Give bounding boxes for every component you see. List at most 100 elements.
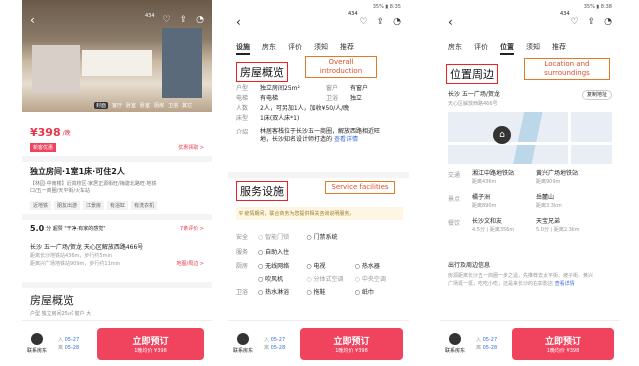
address-distance: 距离长沙地铁站436m，步行约5min [30,253,113,259]
tab-reviews[interactable]: 评价 [474,42,488,55]
favorite-icon[interactable]: ♡ [571,17,579,27]
photo-tab[interactable]: 卧室 [126,102,136,109]
contact-host[interactable]: 联系房东 [440,333,470,354]
checkin-date: 05-27 [270,336,286,343]
fac-item: ○ 分体式空调 [306,276,344,283]
checkin-date: 05-27 [482,336,498,343]
photo-tab[interactable]: 其它 [182,102,192,109]
date-range[interactable]: 入 05-27 离 05-28 [52,336,97,352]
tab-notice[interactable]: 须知 [314,42,328,55]
nearby-name[interactable]: 长沙文和友 [472,218,536,226]
chat-icon[interactable]: ◔ [393,17,401,27]
tab-facilities[interactable]: 设施 [236,42,250,55]
nearby-name[interactable]: 黄兴广场地铁站 [536,170,578,178]
booking-bar: 联系房东 入 05-27 离 05-28 立即预订 1晚均价 ¥398 [228,320,409,366]
nearby-name[interactable]: 天宝兄弟 [536,218,580,226]
nearby-name[interactable]: 湘江中路地铁站 [472,170,536,178]
address-text: 长沙 五一广场/贺龙 天心区解放西路466号 [30,244,144,251]
overview-heading: 房屋概览 [30,294,74,307]
contact-host[interactable]: 联系房东 [228,333,258,354]
book-label: 立即预订 [333,336,370,347]
promo-link[interactable]: 优惠领取 > [178,144,204,151]
nearby-name[interactable]: 橘子洲 [472,194,536,202]
book-now-button[interactable]: 立即预订 1晚均价 ¥398 [97,327,204,360]
row-value: 1床(双人床*1) [260,115,300,122]
tab-notice[interactable]: 须知 [526,42,540,55]
book-label: 立即预订 [544,336,581,347]
book-now-button[interactable]: 立即预订 1晚均价 ¥398 [512,327,614,360]
row-key: 电梯 [236,95,249,102]
reviews-link[interactable]: 7条评价 > [180,225,204,232]
photo-category-tabs: 封面 客厅 卧室 卧室 厨房 卫浴 其它 [94,102,192,109]
date-range[interactable]: 入 05-27 离 05-28 [470,336,512,352]
feature-chip: 朋友出游 [54,201,81,210]
address-distance: 距离兴广场地铁站909m，步行约11min [30,261,121,267]
location-map[interactable]: ⌂ [448,112,612,164]
book-now-button[interactable]: 立即预订 1晚均价 ¥398 [300,327,403,360]
favorite-icon[interactable]: ♡ [360,17,368,27]
book-price: 1晚均价 ¥398 [335,347,368,354]
chat-icon[interactable]: ◔ [196,15,204,25]
price-row: ¥398 /晚 [30,126,71,139]
feature-chip: 有洗衣机 [131,201,158,210]
share-icon[interactable]: ⇪ [377,17,385,27]
photo-tab[interactable]: 封面 [94,102,109,109]
rating-row[interactable]: 5.0 分 超赞 "干净·有家的感觉" 7条评价 > [30,224,204,233]
row-value: 有电梯 [260,95,279,102]
row-key: 卫浴 [326,95,339,102]
checkin-date: 05-27 [64,336,80,343]
fac-item: ○ 热水器 [354,263,380,270]
fac-item: ○ 中央空调 [354,276,386,283]
tab-recommend[interactable]: 推荐 [552,42,566,55]
section-tabs: 房东 评价 位置 须知 推荐 [440,42,620,55]
nearby-name[interactable]: 岳麓山 [536,194,562,202]
fac-item: ○ 纸巾 [354,289,374,296]
book-price: 1晚均价 ¥398 [134,347,167,354]
tab-host[interactable]: 房东 [448,42,462,55]
status-bar: 35% ▮ 8:35 [372,4,401,10]
chat-icon[interactable]: ◔ [604,17,612,27]
status-bar: 35% ▮ 8:38 [583,4,612,10]
hero-photo[interactable]: ‹ ♡ ⇪ ◔ 434 封面 客厅 卧室 卧室 厨房 卫浴 其它 [22,0,212,112]
favorite-icon[interactable]: ♡ [163,15,171,25]
back-icon[interactable]: ‹ [30,14,35,26]
callout-location: Location and surroundings [524,58,610,80]
fac-category: 服务 [236,249,249,256]
row-value: 独立房间25m² [260,85,300,92]
back-icon[interactable]: ‹ [236,16,241,28]
tags-line: 【林园·中南楼】近高校区·家居正源街旺/梅建北路旺·地铁 [30,181,157,187]
contact-label: 联系房东 [444,348,465,354]
share-icon[interactable]: ⇪ [180,15,188,25]
row-key: 人数 [236,105,249,112]
contact-label: 联系房东 [26,348,47,354]
fac-item: ○ 智能门锁 [258,234,290,241]
fac-item: ○ 电视 [306,263,326,270]
checkin-label: 入 [476,336,482,343]
nearby-category: 交通 [448,172,461,179]
transport-details-link[interactable]: 查看详情 [555,281,575,287]
photo-tab[interactable]: 卫浴 [168,102,178,109]
promo-row: 新客优惠 优惠领取 > [30,143,204,152]
contact-host[interactable]: 联系房东 [22,333,52,354]
tab-host[interactable]: 房东 [262,42,276,55]
notice-text: 疫情期间，联合商务为您提供相关咨询说明服务。 [244,211,355,217]
tab-reviews[interactable]: 评价 [288,42,302,55]
checkout-date: 05-28 [270,344,286,351]
photo-tab[interactable]: 厨房 [154,102,164,109]
book-price: 1晚均价 ¥398 [546,347,580,354]
listing-screen: ‹ ♡ ⇪ ◔ 434 封面 客厅 卧室 卧室 厨房 卫浴 其它 ¥398 /晚… [22,0,212,366]
fac-item: ○ 拖鞋 [306,289,326,296]
photo-count-badge: 434 [560,11,570,17]
tab-location[interactable]: 位置 [500,42,514,55]
nearby-row: 餐饮 长沙文和友 4.5分 | 距离356m 天宝兄弟 5.0分 | 距离2.3km [448,218,612,242]
back-icon[interactable]: ‹ [448,16,453,28]
copy-address-button[interactable]: 复制地址 [581,90,612,100]
share-icon[interactable]: ⇪ [588,17,596,27]
photo-tab[interactable]: 客厅 [112,102,122,109]
host-avatar-icon [237,333,249,345]
date-range[interactable]: 入 05-27 离 05-28 [258,336,300,352]
photo-tab[interactable]: 卧室 [140,102,150,109]
tab-recommend[interactable]: 推荐 [340,42,354,55]
map-link[interactable]: 地图/周边 > [177,260,204,268]
intro-details-link[interactable]: 查看详情 [334,136,358,143]
